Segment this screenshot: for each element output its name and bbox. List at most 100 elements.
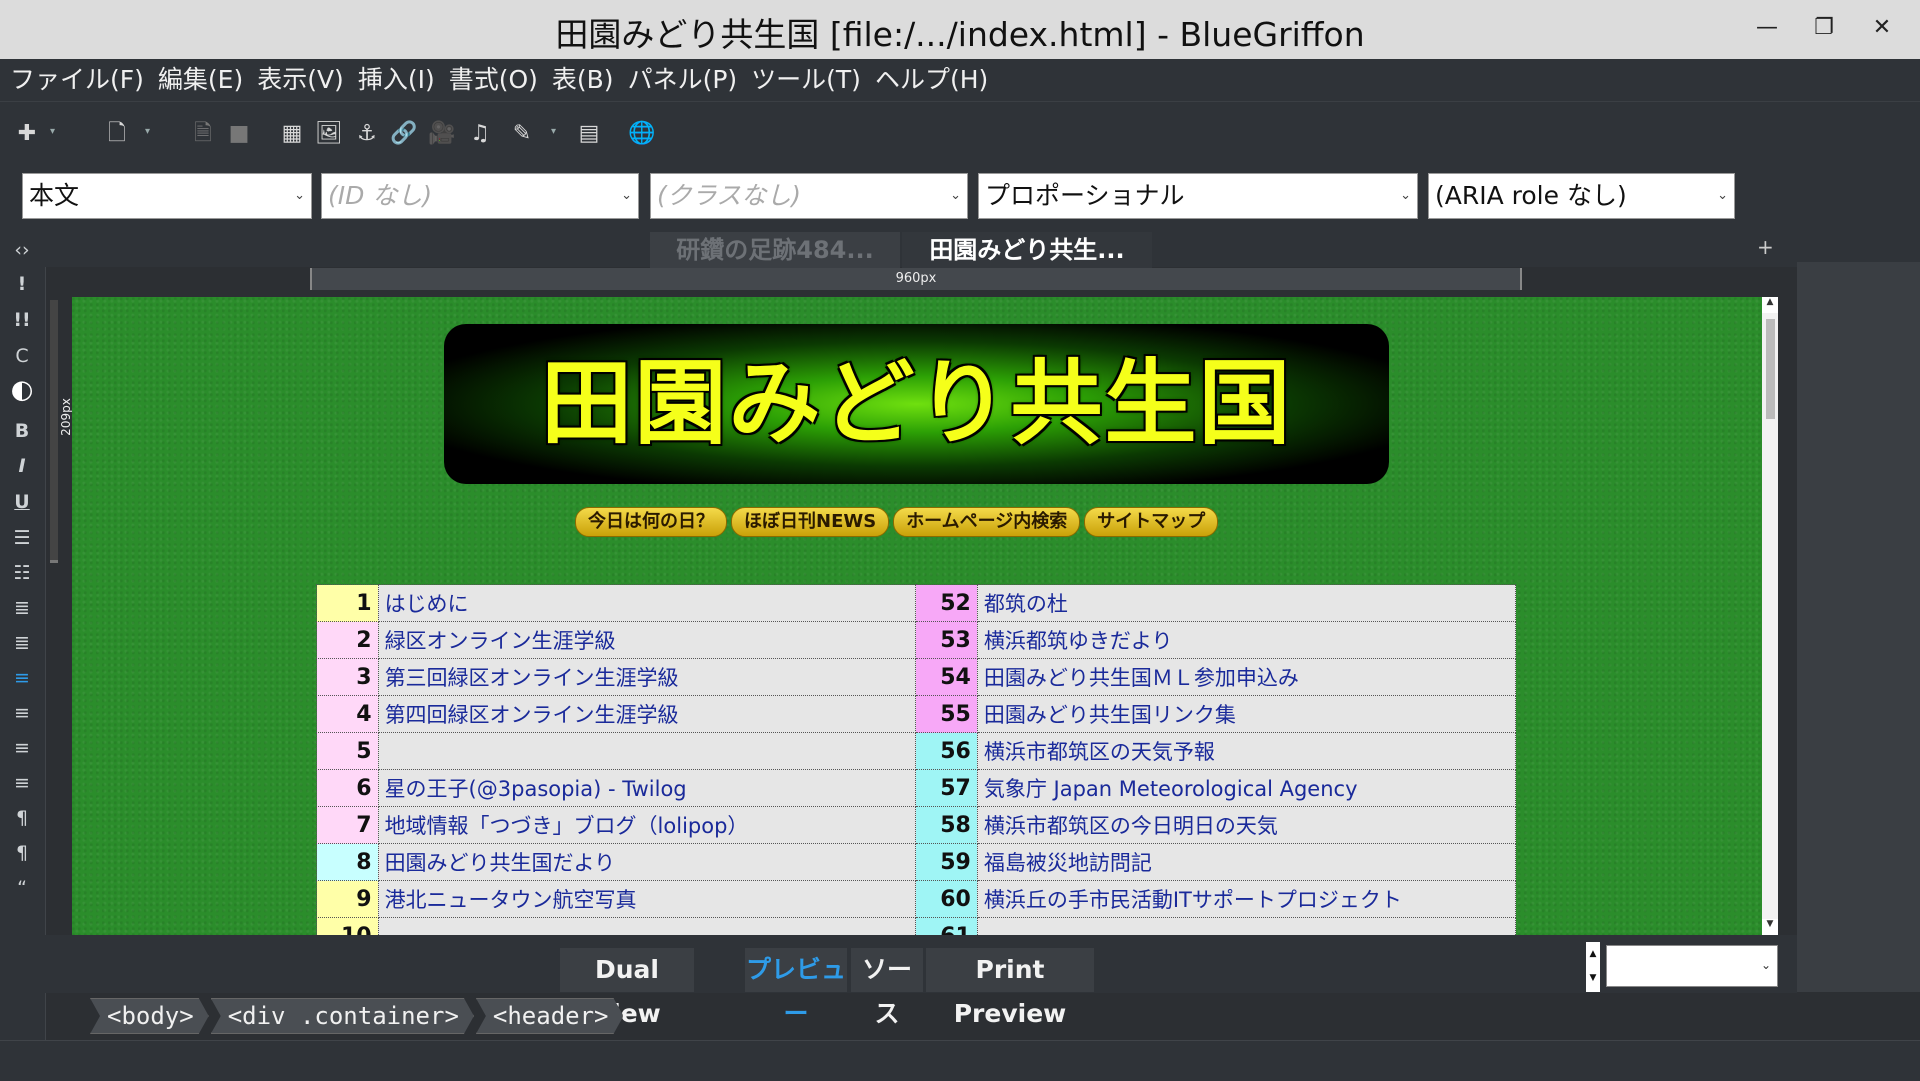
window-title: 田園みどり共生国 [file:/.../index.html] - BlueGr… <box>555 15 1365 54</box>
scroll-down-icon[interactable]: ▼ <box>1762 919 1778 935</box>
ltr-icon[interactable]: ¶ <box>0 807 44 829</box>
new-tab-icon[interactable]: + <box>1757 235 1774 259</box>
numbered-list-icon[interactable]: ☷ <box>0 562 44 584</box>
zoom-spinner[interactable]: ▲ ▼ <box>1586 942 1600 992</box>
save-icon[interactable]: 🗎 <box>189 120 217 148</box>
stop-icon[interactable]: ■ <box>225 120 253 148</box>
paragraph-format-select[interactable]: 本文 ⌄ <box>22 173 312 219</box>
link-cell[interactable]: 都筑の杜 <box>976 584 1517 622</box>
minimize-button[interactable]: — <box>1745 8 1789 48</box>
align-left-icon[interactable]: ≡ <box>0 667 44 689</box>
nav-sitemap-button[interactable]: サイトマップ <box>1084 507 1219 537</box>
close-button[interactable]: ✕ <box>1860 8 1904 48</box>
nav-today-button[interactable]: 今日は何の日？ <box>575 507 727 537</box>
publish-globe-icon[interactable]: 🌐 <box>628 120 656 148</box>
link-cell[interactable]: 横浜市都筑区の天気予報 <box>976 732 1517 770</box>
new-icon[interactable]: ✚ <box>13 120 41 148</box>
breadcrumb-body[interactable]: <body> <box>90 998 209 1034</box>
align-center-icon[interactable]: ≡ <box>0 702 44 724</box>
open-dropdown-icon[interactable]: ▾ <box>145 126 150 137</box>
anchor-icon[interactable]: ⚓ <box>353 120 381 148</box>
outdent-icon[interactable]: ≣ <box>0 597 44 619</box>
color-picker-icon[interactable]: ◐ <box>0 375 44 405</box>
link-cell[interactable]: 横浜都筑ゆきだより <box>976 621 1517 659</box>
emphasis-icon[interactable]: ! <box>0 273 44 295</box>
link-cell[interactable] <box>976 917 1517 935</box>
code-icon[interactable]: C <box>0 345 44 367</box>
image-icon[interactable]: 🖼 <box>315 120 343 148</box>
link-table: 1 はじめに 52 都筑の杜 2 緑区オンライン生涯学級 53 横浜都筑ゆきだよ… <box>316 584 1517 935</box>
row-number: 9 <box>316 880 379 918</box>
editor-canvas[interactable]: 田園みどり共生国 今日は何の日？ ほぼ日刊NEWS ホームページ内検索 サイトマ… <box>72 297 1762 935</box>
class-select[interactable]: (クラスなし) ⌄ <box>650 173 968 219</box>
table-icon[interactable]: ▦ <box>278 120 306 148</box>
link-cell[interactable]: 気象庁 Japan Meteorological Agency <box>976 769 1517 807</box>
print-preview-button[interactable]: Print Preview <box>926 948 1094 1028</box>
link-cell[interactable]: はじめに <box>377 584 917 622</box>
blockquote-icon[interactable]: “ <box>0 877 44 899</box>
tab-document-2[interactable]: 田園みどり共生... <box>902 232 1152 268</box>
rtl-icon[interactable]: ¶ <box>0 842 44 864</box>
link-cell[interactable]: 第三回緑区オンライン生涯学級 <box>377 658 917 696</box>
audio-icon[interactable]: ♫ <box>466 120 494 148</box>
menu-insert[interactable]: 挿入(I) <box>352 59 443 101</box>
bullet-list-icon[interactable]: ☰ <box>0 527 44 549</box>
table-row: 4 第四回緑区オンライン生涯学級 55 田園みどり共生国リンク集 <box>316 695 1517 733</box>
bold-icon[interactable]: B <box>0 420 44 442</box>
editor-vertical-scrollbar[interactable]: ▲ ▼ <box>1762 297 1778 935</box>
open-file-icon[interactable]: 🗋 <box>103 120 131 148</box>
form-dropdown-icon[interactable]: ▾ <box>551 126 556 137</box>
underline-icon[interactable]: U <box>0 491 44 513</box>
zoom-select[interactable]: ⌄ <box>1606 945 1778 987</box>
indent-icon[interactable]: ≣ <box>0 632 44 654</box>
link-cell[interactable]: 福島被災地訪問記 <box>976 843 1517 881</box>
code-tag-icon[interactable]: ‹› <box>0 239 44 261</box>
link-cell[interactable]: 横浜市都筑区の今日明日の天気 <box>976 806 1517 844</box>
breadcrumb-header[interactable]: <header> <box>476 998 624 1034</box>
preview-button[interactable]: プレビュー <box>745 948 847 1028</box>
menu-table[interactable]: 表(B) <box>546 59 622 101</box>
source-button[interactable]: ソース <box>851 948 923 1028</box>
justify-icon[interactable]: ≡ <box>0 772 44 794</box>
link-cell[interactable]: 星の王子(@3pasopia) - Twilog <box>377 769 917 807</box>
italic-icon[interactable]: I <box>0 455 44 477</box>
link-cell[interactable]: 田園みどり共生国リンク集 <box>976 695 1517 733</box>
link-cell[interactable] <box>377 732 917 770</box>
menu-help[interactable]: ヘルプ(H) <box>869 59 996 101</box>
menu-view[interactable]: 表示(V) <box>251 59 352 101</box>
scrollbar-thumb[interactable] <box>1766 319 1775 419</box>
chevron-down-icon: ⌄ <box>1760 958 1771 972</box>
nav-news-button[interactable]: ほぼ日刊NEWS <box>731 507 890 537</box>
scroll-up-icon[interactable]: ▲ <box>1762 297 1778 313</box>
link-icon[interactable]: 🔗 <box>390 120 418 148</box>
properties-icon[interactable]: ▤ <box>575 120 603 148</box>
link-cell[interactable]: 田園みどり共生国だより <box>377 843 917 881</box>
menu-edit[interactable]: 編集(E) <box>152 59 251 101</box>
link-cell[interactable]: 第四回緑区オンライン生涯学級 <box>377 695 917 733</box>
dual-view-button[interactable]: Dual View <box>560 948 694 1028</box>
link-cell[interactable]: 横浜丘の手市民活動ITサポートプロジェクト <box>976 880 1517 918</box>
menu-file[interactable]: ファイル(F) <box>4 59 152 101</box>
link-cell[interactable]: 地域情報「つづき」ブログ（lolipop） <box>377 806 917 844</box>
chevron-down-icon: ⌄ <box>1400 188 1411 203</box>
tab-document-1[interactable]: 研鑽の足跡484... <box>650 232 900 268</box>
form-icon[interactable]: ✎ <box>508 120 536 148</box>
link-cell[interactable]: 港北ニュータウン航空写真 <box>377 880 917 918</box>
aria-role-value: (ARIA role なし) <box>1435 181 1627 210</box>
menu-format[interactable]: 書式(O) <box>443 59 546 101</box>
link-cell[interactable]: 緑区オンライン生涯学級 <box>377 621 917 659</box>
nav-search-button[interactable]: ホームページ内検索 <box>893 507 1081 537</box>
strong-emphasis-icon[interactable]: !! <box>0 309 44 331</box>
new-dropdown-icon[interactable]: ▾ <box>50 126 55 137</box>
align-right-icon[interactable]: ≡ <box>0 737 44 759</box>
aria-role-select[interactable]: (ARIA role なし) ⌄ <box>1428 173 1735 219</box>
menu-panel[interactable]: パネル(P) <box>622 59 746 101</box>
id-select[interactable]: (ID なし) ⌄ <box>321 173 639 219</box>
restore-button[interactable]: ❐ <box>1802 8 1846 48</box>
font-select[interactable]: プロポーショナル ⌄ <box>978 173 1418 219</box>
link-cell[interactable]: 田園みどり共生国ＭＬ参加申込み <box>976 658 1517 696</box>
link-cell[interactable] <box>377 917 917 935</box>
breadcrumb-div-container[interactable]: <div .container> <box>211 998 474 1034</box>
video-icon[interactable]: 🎥 <box>428 120 456 148</box>
menu-tools[interactable]: ツール(T) <box>745 59 869 101</box>
